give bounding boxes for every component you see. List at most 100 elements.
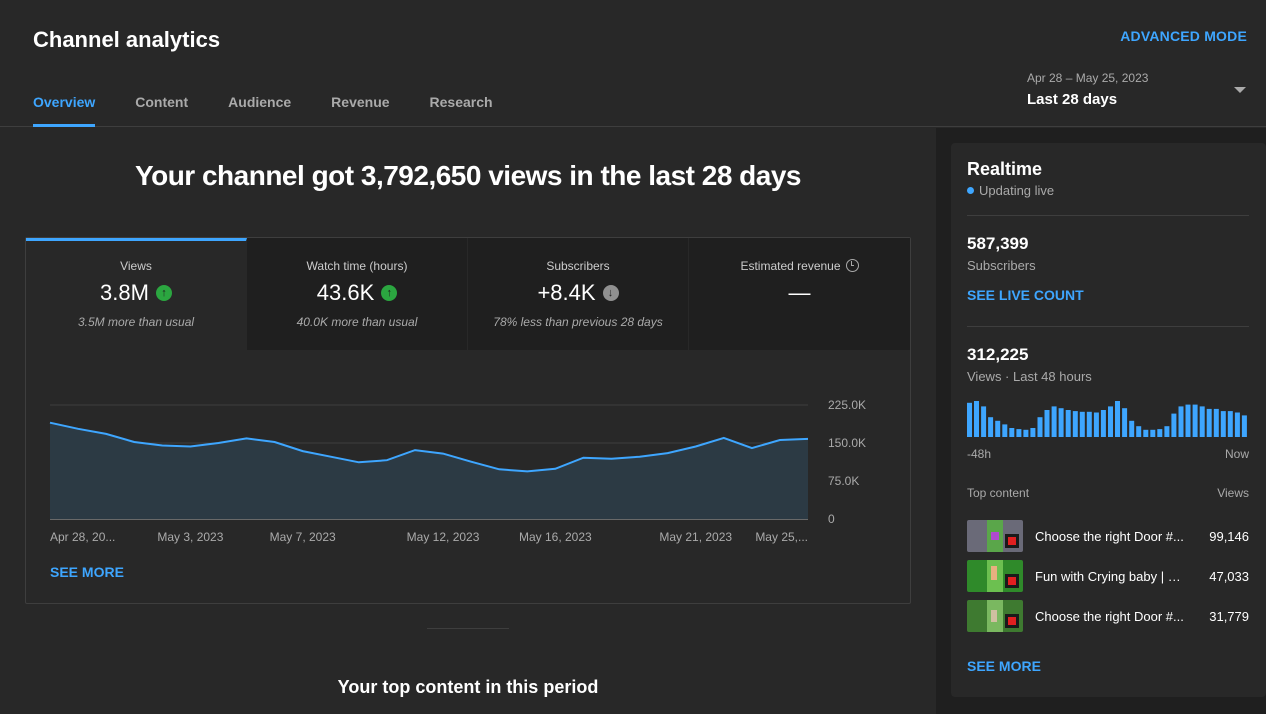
video-views: 99,146 [1209,529,1249,544]
subscriber-label: Subscribers [967,258,1036,273]
top-content-header: Top content Views [967,486,1249,500]
hourly-bar [1093,412,1099,437]
metric-label-text: Estimated revenue [740,259,841,273]
video-views: 47,033 [1209,569,1249,584]
hourly-bar [1023,429,1029,437]
see-more-button[interactable]: SEE MORE [50,564,124,580]
tab-revenue[interactable]: Revenue [331,94,389,127]
views-chart: 0 75.0K 150.0K 225.0K Apr 28, 20... May 3, 20… [26,350,912,570]
metric-tabs: Views 3.8M ↑ 3.5M more than usual Watch … [26,238,910,350]
hourly-bar [1199,406,1205,437]
hourly-bar [995,420,1001,437]
subscriber-count: 587,399 [967,234,1029,253]
hourly-bar [967,402,972,437]
see-more-realtime-button[interactable]: SEE MORE [967,658,1041,674]
hourly-bar [1009,428,1015,437]
top-content-row[interactable]: Choose the right Door #... 99,146 [967,520,1249,552]
hourly-bar [1227,411,1233,437]
hourly-bar [1150,429,1156,437]
tab-content[interactable]: Content [135,94,188,127]
advanced-mode-link[interactable]: ADVANCED MODE [1120,28,1247,44]
tab-audience[interactable]: Audience [228,94,291,127]
realtime-title: Realtime [967,159,1043,179]
metrics-card: Views 3.8M ↑ 3.5M more than usual Watch … [25,237,911,604]
metric-value: 43.6K [316,280,375,305]
views-headline: Your channel got 3,792,650 views in the … [135,160,802,191]
metric-tab-views[interactable]: Views 3.8M ↑ 3.5M more than usual [26,238,247,350]
video-title: Choose the right Door #... [1035,609,1184,624]
hourly-bar [1164,426,1170,437]
x-tick-label: May 3, 2023 [157,530,223,544]
hourly-bar [1234,412,1240,437]
hourly-bar [1122,408,1128,437]
metric-value: 3.8M [100,280,149,305]
divider [967,326,1249,327]
y-tick-label: 0 [828,512,835,526]
hourly-bar [1108,406,1113,437]
hourly-bar [981,406,987,437]
live-dot-icon [967,187,974,194]
top-content-row[interactable]: Fun with Crying baby | F... 47,033 [967,560,1249,592]
video-title: Fun with Crying baby | F... [1035,569,1185,584]
hourly-bar [1241,415,1247,437]
live-status-text: Updating live [979,183,1055,198]
x-tick-label: May 12, 2023 [407,530,480,544]
tab-overview[interactable]: Overview [33,94,96,127]
hourly-bar [1065,410,1071,437]
see-live-count-button[interactable]: SEE LIVE COUNT [967,287,1084,303]
x-tick-label: Apr 28, 20... [50,530,115,544]
hourly-bar [1178,406,1184,437]
hourly-bar [1051,406,1057,437]
metric-tab-subscribers[interactable]: Subscribers +8.4K ↓ 78% less than previo… [468,238,689,350]
tab-research[interactable]: Research [430,94,493,127]
hourly-bar [1192,404,1198,437]
hourly-bar [1072,411,1078,437]
hourly-bar [1058,408,1064,437]
hourly-bar [1115,401,1120,437]
metric-value: +8.4K [537,280,596,305]
video-title: Choose the right Door #... [1035,529,1184,544]
metric-value-row: 43.6K ↑ [247,280,467,306]
metric-tab-watch-time[interactable]: Watch time (hours) 43.6K ↑ 40.0K more th… [247,238,468,350]
hourly-bar [1100,410,1106,437]
live-status: Updating live [967,183,1054,198]
hourly-bar [1157,429,1163,437]
hourly-bar [1002,424,1008,437]
x-tick-label: May 25,... [755,530,808,544]
views-chart-svg: 0 75.0K 150.0K 225.0K Apr 28, 20... May 3, 20… [49,398,866,544]
hourly-bar [1079,411,1085,437]
metric-value-row: +8.4K ↓ [468,280,688,306]
metric-value-row: 3.8M ↑ [26,280,246,306]
metric-tab-revenue[interactable]: Estimated revenue — [689,238,910,350]
bar-axis-end: Now [1224,447,1249,461]
overview-main: Your channel got 3,792,650 views in the … [0,128,936,714]
date-range-picker[interactable]: Apr 28 – May 25, 2023 Last 28 days [1027,71,1252,115]
realtime-card: Realtime Updating live 587,399 Subscribe… [951,143,1266,697]
realtime-views-label: Views · Last 48 hours [967,369,1092,384]
top-content-row[interactable]: Choose the right Door #... 31,779 [967,600,1249,632]
metric-comparison: 40.0K more than usual [296,315,418,329]
tab-bar: Overview Content Audience Revenue Resear… [33,94,533,127]
metric-label: Estimated revenue [689,259,910,273]
views-column-label: Views [1217,486,1249,500]
hourly-bar [1206,408,1212,437]
hourly-bar [1030,428,1036,437]
hourly-bar [1086,411,1092,437]
video-thumbnail [967,520,1023,552]
hourly-bar [1129,420,1135,437]
metric-label: Views [120,259,152,273]
hourly-bar [1220,411,1226,437]
area-fill [50,422,808,519]
dropdown-caret-icon [1234,87,1246,93]
video-views: 31,779 [1209,609,1249,624]
arrow-up-icon: ↑ [155,285,172,301]
page-header: Channel analytics ADVANCED MODE Overview… [0,0,1266,127]
video-thumbnail [967,560,1023,592]
metric-comparison: 3.5M more than usual [77,315,195,329]
metric-label: Subscribers [546,259,610,273]
hourly-bar [1037,417,1043,437]
y-tick-label: 75.0K [828,474,859,488]
metric-value-row: — [689,280,910,306]
y-tick-label: 150.0K [828,436,866,450]
top-content-heading: Your top content in this period [337,677,599,697]
